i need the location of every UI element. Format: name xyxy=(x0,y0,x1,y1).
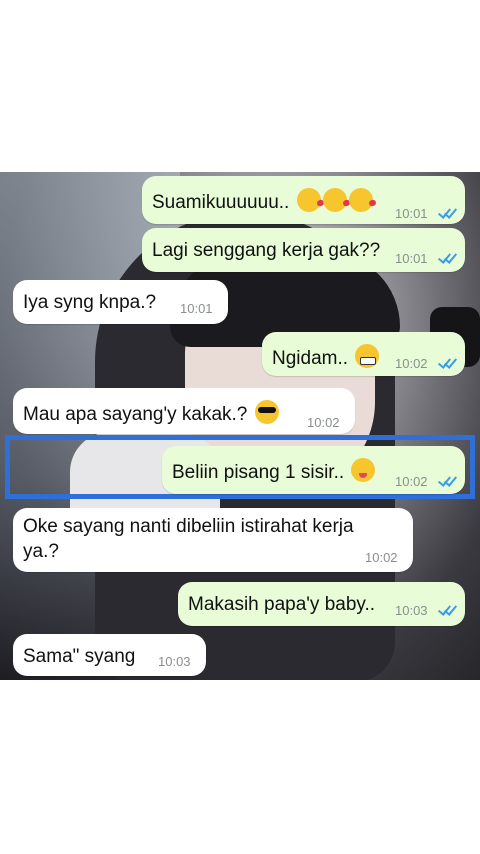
message-text: Sama" syang xyxy=(23,646,136,667)
message-time: 10:02 xyxy=(365,550,398,565)
message-time: 10:02 xyxy=(395,356,428,371)
message-time: 10:02 xyxy=(395,474,428,489)
message-time: 10:01 xyxy=(180,301,213,316)
message-time: 10:03 xyxy=(158,654,191,669)
kiss-emoji xyxy=(296,188,321,212)
message-time: 10:03 xyxy=(395,603,428,618)
read-ticks-icon xyxy=(438,474,458,486)
message-bubble-incoming[interactable]: Sama" syang 10:03 xyxy=(13,634,206,676)
message-bubble-outgoing[interactable]: Suamikuuuuuu.. 10:01 xyxy=(142,176,465,224)
message-bubble-outgoing[interactable]: Lagi senggang kerja gak?? 10:01 xyxy=(142,228,465,272)
message-time: 10:01 xyxy=(395,251,428,266)
message-bubble-outgoing[interactable]: Ngidam.. 10:02 xyxy=(262,332,465,376)
kiss-emoji xyxy=(322,188,347,212)
message-bubble-outgoing[interactable]: Makasih papa'y baby.. 10:03 xyxy=(178,582,465,626)
chat-area[interactable]: Suamikuuuuuu.. 10:01 Lagi senggang kerja… xyxy=(0,172,480,680)
message-time: 10:01 xyxy=(395,206,428,221)
message-bubble-incoming[interactable]: Oke sayang nanti dibeliin istirahat kerj… xyxy=(13,508,413,572)
message-text: Makasih papa'y baby.. xyxy=(188,594,376,615)
message-text: Suamikuuuuuu.. xyxy=(152,192,290,213)
read-ticks-icon xyxy=(438,251,458,263)
kiss-emoji xyxy=(348,188,373,212)
message-text: Beliin pisang 1 sisir.. xyxy=(172,462,345,483)
message-text: Ngidam.. xyxy=(272,348,349,369)
message-text: Iya syng knpa.? xyxy=(23,292,157,313)
read-ticks-icon xyxy=(438,206,458,218)
message-bubble-outgoing[interactable]: Beliin pisang 1 sisir.. 10:02 xyxy=(162,446,465,494)
message-time: 10:02 xyxy=(307,415,340,430)
message-text: Oke sayang nanti dibeliin istirahat kerj… xyxy=(23,516,354,562)
read-ticks-icon xyxy=(438,603,458,615)
message-text: Lagi senggang kerja gak?? xyxy=(152,240,381,261)
grin-emoji xyxy=(355,344,380,368)
read-ticks-icon xyxy=(438,356,458,368)
yum-emoji xyxy=(351,458,376,482)
sunglasses-emoji xyxy=(254,400,279,424)
message-bubble-incoming[interactable]: Iya syng knpa.? 10:01 xyxy=(13,280,228,324)
message-bubble-incoming[interactable]: Mau apa sayang'y kakak.? 10:02 xyxy=(13,388,355,434)
message-text: Mau apa sayang'y kakak.? xyxy=(23,404,248,425)
